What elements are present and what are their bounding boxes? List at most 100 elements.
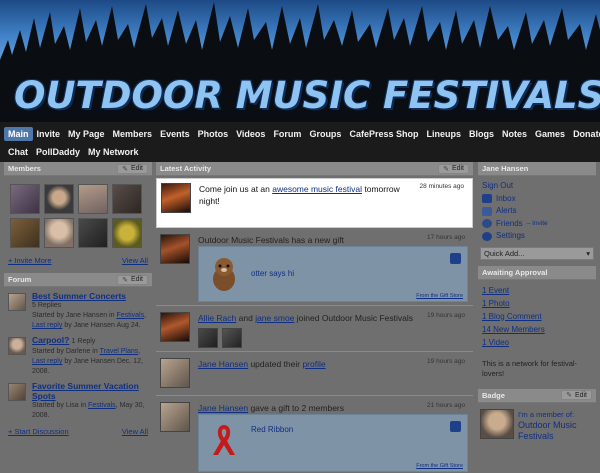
right-column: Jane Hansen Sign Out Inbox Alerts Friend… bbox=[478, 162, 596, 442]
activity-item: Outdoor Music Festivals has a new gift 1… bbox=[156, 230, 473, 306]
nav-item-events[interactable]: Events bbox=[156, 127, 194, 141]
member-avatar[interactable] bbox=[78, 218, 108, 248]
members-view-all-link[interactable]: View All bbox=[122, 256, 148, 265]
badge-line: Festivals bbox=[518, 430, 554, 441]
nav-item-chat[interactable]: Chat bbox=[4, 145, 32, 159]
settings-link[interactable]: Settings bbox=[496, 230, 525, 243]
forum-topic-link[interactable]: Best Summer Concerts bbox=[32, 291, 148, 301]
forum-last-reply-link[interactable]: Last reply bbox=[32, 322, 62, 329]
member-avatar[interactable] bbox=[44, 218, 74, 248]
activity-thumbnail[interactable] bbox=[160, 402, 190, 432]
nav-item-donate[interactable]: Donate bbox=[569, 127, 600, 141]
user-link[interactable]: Allie Rach bbox=[198, 313, 236, 323]
avatar[interactable] bbox=[8, 293, 26, 311]
member-avatar[interactable] bbox=[78, 184, 108, 214]
start-discussion-link[interactable]: + Start Discussion bbox=[8, 427, 69, 436]
activity-link[interactable]: awesome music festival bbox=[272, 184, 362, 194]
nav-item-cafepress-shop[interactable]: CafePress Shop bbox=[345, 127, 422, 141]
gift-icon[interactable] bbox=[450, 421, 461, 432]
nav-item-videos[interactable]: Videos bbox=[232, 127, 269, 141]
member-avatar[interactable] bbox=[10, 184, 40, 214]
awaiting-item-photo[interactable]: 1 Photo bbox=[482, 297, 592, 310]
activity-thumbnail[interactable] bbox=[160, 234, 190, 264]
member-avatar[interactable] bbox=[198, 328, 218, 348]
activity-title: Latest Activity bbox=[160, 164, 211, 173]
forum-topic-link[interactable]: Carpool? bbox=[32, 335, 69, 345]
awaiting-item-new-members[interactable]: 14 New Members bbox=[482, 323, 592, 336]
inbox-link[interactable]: Inbox bbox=[496, 193, 516, 206]
member-avatar[interactable] bbox=[112, 218, 142, 248]
nav-item-my-page[interactable]: My Page bbox=[64, 127, 109, 141]
nav-item-blogs[interactable]: Blogs bbox=[465, 127, 498, 141]
friends-invite-link[interactable]: – Invite bbox=[527, 218, 548, 231]
gift-store-link[interactable]: From the Gift Store bbox=[416, 293, 463, 299]
nav-item-photos[interactable]: Photos bbox=[194, 127, 233, 141]
forum-header: Forum ✎ Edit bbox=[4, 273, 152, 287]
awaiting-item-video[interactable]: 1 Video bbox=[482, 336, 592, 349]
badge-line: Outdoor Music bbox=[518, 419, 577, 430]
nav-item-main[interactable]: Main bbox=[4, 127, 33, 141]
awaiting-list: 1 Event 1 Photo 1 Blog Comment 14 New Me… bbox=[478, 280, 596, 349]
forum-footer: + Start Discussion View All bbox=[4, 421, 152, 436]
alert-icon bbox=[482, 206, 492, 216]
otter-gift-image[interactable] bbox=[205, 255, 243, 293]
user-panel-header: Jane Hansen bbox=[478, 162, 596, 176]
member-avatar[interactable] bbox=[44, 184, 74, 214]
left-column: Members ✎ Edit + Invite More View All For… bbox=[4, 162, 152, 436]
forum-category-link[interactable]: Travel Plans bbox=[100, 348, 139, 355]
activity-thumbnail[interactable] bbox=[160, 358, 190, 388]
nav-item-polldaddy[interactable]: PollDaddy bbox=[32, 145, 84, 159]
activity-text-part: joined Outdoor Music Festivals bbox=[294, 313, 413, 323]
activity-thumbnail[interactable] bbox=[160, 312, 190, 342]
forum-topic-link[interactable]: Favorite Summer Vacation Spots bbox=[32, 381, 148, 401]
chevron-down-icon: ▾ bbox=[586, 248, 590, 258]
pencil-icon: ✎ bbox=[122, 276, 128, 284]
forum-category-link[interactable]: Festivals bbox=[88, 402, 116, 409]
forum-edit-button[interactable]: ✎ Edit bbox=[117, 274, 148, 285]
badge-edit-button[interactable]: ✎ Edit bbox=[561, 390, 592, 400]
gift-store-link[interactable]: From the Gift Store bbox=[416, 463, 463, 469]
awaiting-item-blog-comment[interactable]: 1 Blog Comment bbox=[482, 310, 592, 323]
nav-item-my-network[interactable]: My Network bbox=[84, 145, 143, 159]
badge-body[interactable]: I'm a member of: Outdoor Music Festivals bbox=[478, 403, 596, 442]
profile-link[interactable]: profile bbox=[302, 359, 325, 369]
forum-started-by: Started by Lisa in bbox=[32, 402, 87, 409]
activity-text: Allie Rach and jane smoe joined Outdoor … bbox=[198, 312, 413, 324]
invite-more-link[interactable]: + Invite More bbox=[8, 256, 52, 265]
gift-icon[interactable] bbox=[450, 253, 461, 264]
forum-started-by: Started by Jane Hansen in bbox=[32, 312, 115, 319]
nav-item-invite[interactable]: Invite bbox=[33, 127, 65, 141]
alerts-link[interactable]: Alerts bbox=[496, 205, 516, 218]
activity-text: Outdoor Music Festivals has a new gift bbox=[198, 235, 344, 245]
sign-out-link[interactable]: Sign Out bbox=[482, 180, 513, 193]
quick-add-select[interactable]: Quick Add... ▾ bbox=[480, 246, 594, 260]
nav-item-games[interactable]: Games bbox=[531, 127, 569, 141]
forum-last-reply-link[interactable]: Last reply bbox=[32, 358, 62, 365]
forum-view-all-link[interactable]: View All bbox=[122, 427, 148, 436]
member-avatar[interactable] bbox=[222, 328, 242, 348]
avatar[interactable] bbox=[8, 337, 26, 355]
members-edit-button[interactable]: ✎ Edit bbox=[117, 163, 148, 174]
nav-item-groups[interactable]: Groups bbox=[305, 127, 345, 141]
user-link[interactable]: Jane Hansen bbox=[198, 403, 248, 413]
forum-category-link[interactable]: Festivals bbox=[116, 312, 144, 319]
member-avatar[interactable] bbox=[10, 218, 40, 248]
user-link[interactable]: jane smoe bbox=[255, 313, 294, 323]
user-link[interactable]: Jane Hansen bbox=[198, 359, 248, 369]
nav-item-forum[interactable]: Forum bbox=[269, 127, 305, 141]
red-ribbon-image[interactable] bbox=[205, 421, 243, 459]
nav-item-notes[interactable]: Notes bbox=[498, 127, 531, 141]
nav-row-primary: Main Invite My Page Members Events Photo… bbox=[4, 127, 600, 141]
activity-thumbnail[interactable] bbox=[161, 183, 191, 213]
nav-item-lineups[interactable]: Lineups bbox=[422, 127, 465, 141]
gift-panel: Red Ribbon From the Gift Store bbox=[198, 414, 468, 472]
activity-text-part: updated their bbox=[248, 359, 303, 369]
activity-text: Come join us at an awesome music festiva… bbox=[199, 183, 400, 207]
awaiting-item-event[interactable]: 1 Event bbox=[482, 284, 592, 297]
member-avatar[interactable] bbox=[112, 184, 142, 214]
friends-link[interactable]: Friends bbox=[496, 218, 523, 231]
avatar[interactable] bbox=[8, 383, 26, 401]
site-title[interactable]: OUTDOOR MUSIC FESTIVALS bbox=[14, 74, 600, 117]
nav-item-members[interactable]: Members bbox=[109, 127, 157, 141]
activity-edit-button[interactable]: ✎ Edit bbox=[438, 163, 469, 174]
